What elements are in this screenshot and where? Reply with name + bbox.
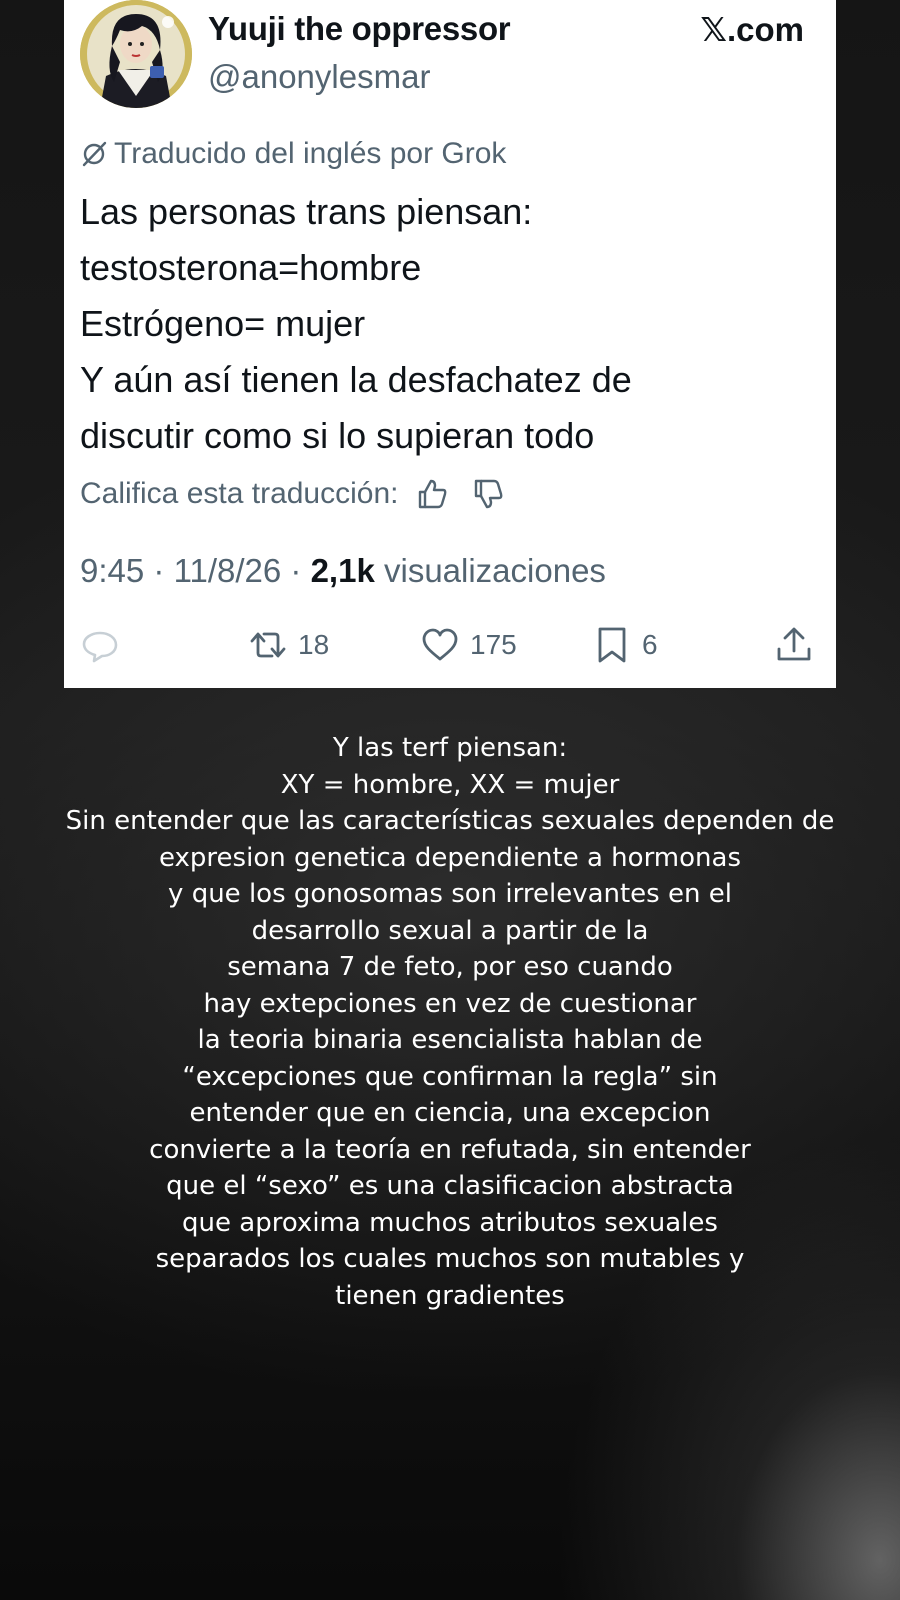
bookmark-icon — [598, 627, 626, 663]
translation-notice: Traducido del inglés por Grok — [80, 136, 506, 172]
translation-notice-text: Traducido del inglés por Grok — [114, 137, 507, 170]
like-button[interactable]: 175 — [420, 622, 517, 668]
caption-line: XY = hombre, XX = mujer — [280, 769, 620, 800]
caption-line: separados los cuales muchos son mutables… — [155, 1244, 745, 1274]
tweet-meta: 9:45 · 11/8/26 · 2,1k visualizaciones — [80, 552, 606, 590]
tweet-text-line: discutir como si lo supieran todo — [80, 415, 595, 456]
caption-line: entender que en ciencia, una excepcion — [189, 1098, 711, 1128]
grok-icon — [82, 141, 107, 167]
like-count: 175 — [470, 629, 517, 660]
retweet-icon — [250, 632, 286, 658]
retweet-button[interactable]: 18 — [248, 622, 329, 668]
bookmark-count: 6 — [642, 629, 658, 660]
comic-portrait-avatar-icon — [80, 0, 192, 108]
caption-line: que el “sexo” es una clasificacion abstr… — [166, 1171, 734, 1201]
caption-line: convierte a la teoría en refutada, sin e… — [149, 1134, 751, 1165]
caption-line: desarrollo sexual a partir de la — [251, 915, 649, 946]
rate-translation-row: Califica esta traducción: — [80, 474, 505, 514]
thumbs-down-icon[interactable] — [471, 477, 505, 511]
tweet-text-line: testosterona=hombre — [80, 247, 422, 288]
x-brand-logo: 𝕏.com — [700, 11, 804, 48]
caption-line: “excepciones que confirman la regla” sin — [182, 1061, 718, 1092]
author-display-name[interactable]: Yuuji the oppressor — [208, 10, 511, 48]
tweet-time[interactable]: 9:45 — [80, 552, 144, 589]
thumbs-up-icon[interactable] — [415, 477, 449, 511]
caption-line: Y las terf piensan: — [332, 733, 568, 763]
author-handle[interactable]: @anonylesmar — [208, 58, 430, 96]
tweet-text-line: Y aún así tienen la desfachatez de — [80, 359, 632, 400]
caption-line: la teoria binaria esencialista hablan de — [197, 1025, 703, 1055]
caption-line: semana 7 de feto, por eso cuando — [227, 952, 673, 982]
tweet-card: Yuuji the oppressor @anonylesmar 𝕏.com T… — [64, 0, 836, 688]
author-avatar[interactable] — [80, 0, 192, 108]
caption-line: hay extepciones en vez de cuestionar — [203, 988, 697, 1019]
caption-line: tienen gradientes — [335, 1280, 565, 1311]
reply-button[interactable] — [80, 622, 130, 668]
caption-line: y que los gonosomas son irrelevantes en … — [168, 879, 732, 909]
meta-separator: · — [290, 552, 302, 589]
caption-line: Sin entender que las características sex… — [65, 806, 835, 836]
rate-translation-label: Califica esta traducción: — [80, 477, 399, 510]
reply-icon — [82, 631, 118, 663]
heart-icon — [422, 628, 458, 661]
share-button[interactable] — [774, 622, 814, 668]
tweet-actions: 18 175 6 — [80, 622, 820, 668]
bookmark-button[interactable]: 6 — [592, 622, 658, 668]
share-icon — [777, 627, 811, 661]
tweet-text: Las personas trans piensan: testosterona… — [80, 184, 820, 464]
caption-line: expresion genetica dependiente a hormona… — [159, 842, 741, 873]
views-label: visualizaciones — [383, 552, 606, 589]
caption-line: que aproxima muchos atributos sexuales — [182, 1207, 718, 1238]
views-count: 2,1k — [310, 552, 375, 589]
overlay-caption: Y las terf piensan: XY = hombre, XX = mu… — [0, 730, 900, 1314]
tweet-text-line: Estrógeno= mujer — [80, 303, 366, 344]
retweet-count: 18 — [298, 629, 330, 660]
tweet-text-line: Las personas trans piensan: — [80, 191, 533, 232]
tweet-date[interactable]: 11/8/26 — [174, 552, 282, 589]
meta-separator: · — [153, 552, 165, 589]
